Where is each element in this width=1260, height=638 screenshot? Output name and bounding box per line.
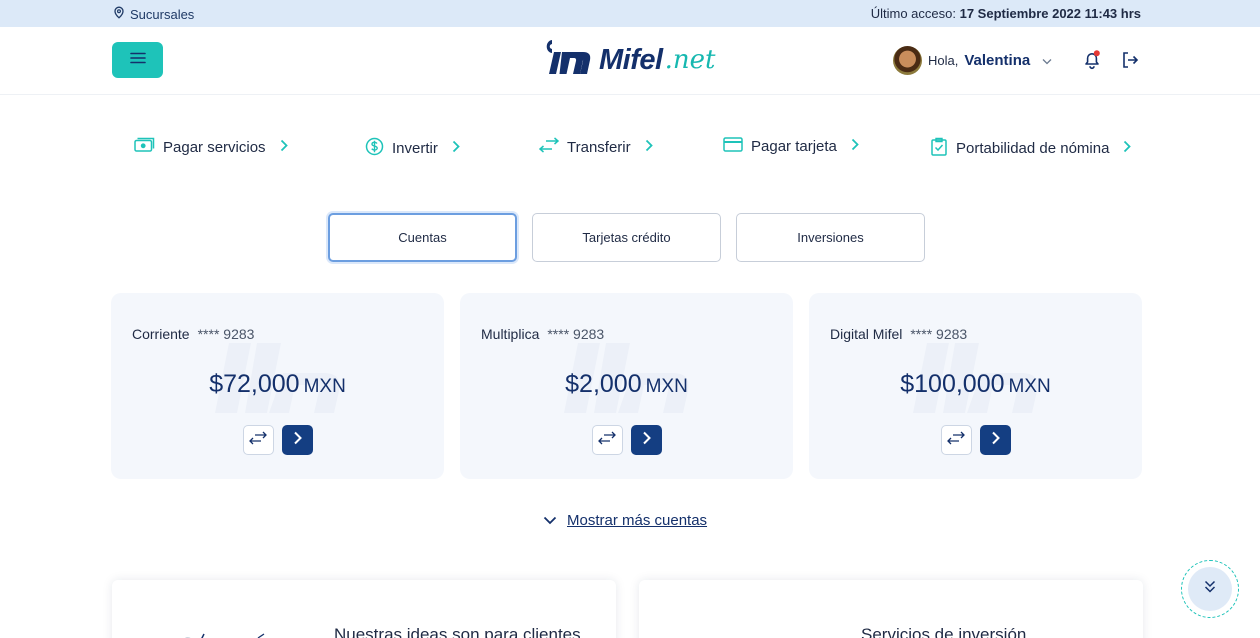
account-header: Multiplica **** 9283 xyxy=(481,326,604,342)
panel-title: Nuestras ideas son para clientes xyxy=(334,625,581,638)
quick-action-label: Portabilidad de nómina xyxy=(956,140,1110,157)
chevron-right-icon xyxy=(645,139,653,156)
mifel-logo[interactable]: Mifel .net xyxy=(543,39,715,81)
chevron-down-icon xyxy=(1042,52,1052,70)
quick-action-label: Transferir xyxy=(567,138,631,156)
greeting: Hola, xyxy=(928,53,959,68)
account-card: Multiplica **** 9283 $2,000 MXN xyxy=(460,293,793,479)
chevron-right-icon xyxy=(293,431,302,450)
transfer-icon xyxy=(598,431,616,450)
account-actions xyxy=(809,425,1142,455)
tab-investments[interactable]: Inversiones xyxy=(736,213,925,262)
hamburger-icon xyxy=(129,51,146,69)
balance-amount: $2,000 xyxy=(565,370,642,398)
branches-link[interactable]: Sucursales xyxy=(113,6,194,22)
account-actions xyxy=(111,425,444,455)
account-number: **** 9283 xyxy=(547,326,605,342)
avatar xyxy=(893,46,922,75)
chevron-right-icon xyxy=(452,140,460,157)
quick-action-transfer[interactable]: Transferir xyxy=(538,137,653,157)
user-menu[interactable]: Hola, Valentina xyxy=(893,46,1052,75)
ideas-illustration-icon xyxy=(178,628,278,638)
chevron-down-icon xyxy=(543,512,557,529)
quick-action-payroll-portability[interactable]: Portabilidad de nómina xyxy=(930,137,1132,160)
quick-action-label: Pagar tarjeta xyxy=(751,138,837,155)
chevron-right-icon xyxy=(642,431,651,450)
account-name: Corriente xyxy=(132,326,190,342)
balance-amount: $100,000 xyxy=(900,370,1005,398)
double-chevron-down-icon xyxy=(1204,580,1216,598)
account-card: Corriente **** 9283 $72,000 MXN xyxy=(111,293,444,479)
cash-icon xyxy=(134,137,155,157)
transfer-icon xyxy=(947,431,965,450)
top-bar: Sucursales Último acceso: 17 Septiembre … xyxy=(0,0,1260,27)
last-access-value: 17 Septiembre 2022 11:43 hrs xyxy=(959,6,1141,21)
chevron-right-icon xyxy=(991,431,1000,450)
account-transfer-button[interactable] xyxy=(242,425,274,455)
balance-currency: MXN xyxy=(1008,376,1051,397)
investment-services-panel[interactable]: Servicios de inversión xyxy=(639,580,1143,638)
account-balance: $2,000 MXN xyxy=(460,370,793,399)
tab-credit-cards[interactable]: Tarjetas crédito xyxy=(532,213,721,262)
account-number: **** 9283 xyxy=(197,326,255,342)
logout-button[interactable] xyxy=(1121,51,1139,74)
account-transfer-button[interactable] xyxy=(940,425,972,455)
scroll-down-button[interactable] xyxy=(1181,560,1239,618)
quick-action-label: Pagar servicios xyxy=(163,138,266,156)
chevron-right-icon xyxy=(851,138,859,155)
account-name: Digital Mifel xyxy=(830,326,903,342)
account-name: Multiplica xyxy=(481,326,540,342)
branches-label: Sucursales xyxy=(130,6,195,22)
quick-action-pay-services[interactable]: Pagar servicios xyxy=(134,137,288,157)
mifel-logo-suffix: .net xyxy=(664,45,716,75)
bell-icon xyxy=(1082,50,1102,74)
account-detail-button[interactable] xyxy=(281,425,313,455)
quick-action-invest[interactable]: Invertir xyxy=(365,137,460,160)
account-header: Corriente **** 9283 xyxy=(132,326,254,342)
account-transfer-button[interactable] xyxy=(591,425,623,455)
notifications-button[interactable] xyxy=(1082,50,1102,75)
account-number: **** 9283 xyxy=(910,326,968,342)
quick-action-pay-card[interactable]: Pagar tarjeta xyxy=(723,137,859,156)
account-detail-button[interactable] xyxy=(979,425,1011,455)
header: Mifel .net Hola, Valentina xyxy=(0,27,1260,95)
clipboard-check-icon xyxy=(930,137,948,160)
location-pin-icon xyxy=(113,6,125,22)
quick-action-label: Invertir xyxy=(392,140,438,157)
ideas-panel[interactable]: Nuestras ideas son para clientes xyxy=(112,580,616,638)
panel-title: Servicios de inversión xyxy=(861,625,1027,638)
account-card: Digital Mifel **** 9283 $100,000 MXN xyxy=(809,293,1142,479)
account-detail-button[interactable] xyxy=(630,425,662,455)
logout-icon xyxy=(1121,52,1139,73)
mifel-logo-text: Mifel xyxy=(599,43,663,76)
account-balance: $100,000 MXN xyxy=(809,370,1142,399)
last-access-label: Último acceso: xyxy=(870,6,956,21)
account-header: Digital Mifel **** 9283 xyxy=(830,326,967,342)
menu-button[interactable] xyxy=(112,42,163,78)
chevron-right-icon xyxy=(280,139,288,156)
account-balance: $72,000 MXN xyxy=(111,370,444,399)
mifel-logo-mark xyxy=(543,38,595,83)
credit-card-icon xyxy=(723,137,743,156)
balance-currency: MXN xyxy=(303,376,346,397)
account-actions xyxy=(460,425,793,455)
transfer-icon xyxy=(249,431,267,450)
balance-amount: $72,000 xyxy=(209,370,300,398)
user-name: Valentina xyxy=(964,52,1031,69)
balance-currency: MXN xyxy=(645,376,688,397)
tab-accounts[interactable]: Cuentas xyxy=(328,213,517,262)
last-access: Último acceso: 17 Septiembre 2022 11:43 … xyxy=(871,6,1141,21)
transfer-icon xyxy=(538,137,560,157)
show-more-accounts-link[interactable]: Mostrar más cuentas xyxy=(543,512,707,529)
show-more-label: Mostrar más cuentas xyxy=(567,512,708,529)
scroll-down-button-inner xyxy=(1188,567,1232,611)
chevron-right-icon xyxy=(1123,140,1132,157)
dollar-circle-icon xyxy=(365,137,384,160)
